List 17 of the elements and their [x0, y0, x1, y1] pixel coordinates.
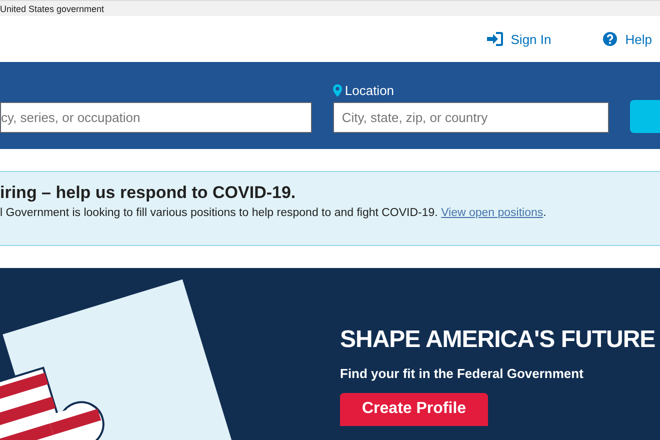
- map-pin-icon: [332, 84, 342, 97]
- hero-subtitle: Find your fit in the Federal Government: [340, 366, 584, 381]
- alert-title: iring – help us respond to COVID-19.: [0, 183, 297, 203]
- sign-in-icon: [486, 32, 503, 46]
- hero-title: SHAPE AMERICA'S FUTURE: [340, 326, 656, 354]
- alert-period: .: [543, 207, 546, 219]
- keyword-search-field[interactable]: cy, series, or occupation: [0, 102, 312, 133]
- gov-banner-text: United States government: [0, 4, 104, 14]
- location-field[interactable]: City, state, zip, or country: [332, 102, 610, 133]
- help-link[interactable]: Help: [625, 32, 652, 46]
- alert-text: l Government is looking to fill various positions to help respond to and fight COVID-19.: [0, 207, 438, 219]
- create-profile-button[interactable]: Create Profile: [340, 393, 488, 426]
- search-button[interactable]: [630, 100, 660, 133]
- help-icon: [603, 32, 618, 46]
- view-positions-link[interactable]: View open positions: [441, 207, 544, 219]
- location-label: Location: [344, 83, 394, 98]
- sign-in-link[interactable]: Sign In: [510, 32, 552, 46]
